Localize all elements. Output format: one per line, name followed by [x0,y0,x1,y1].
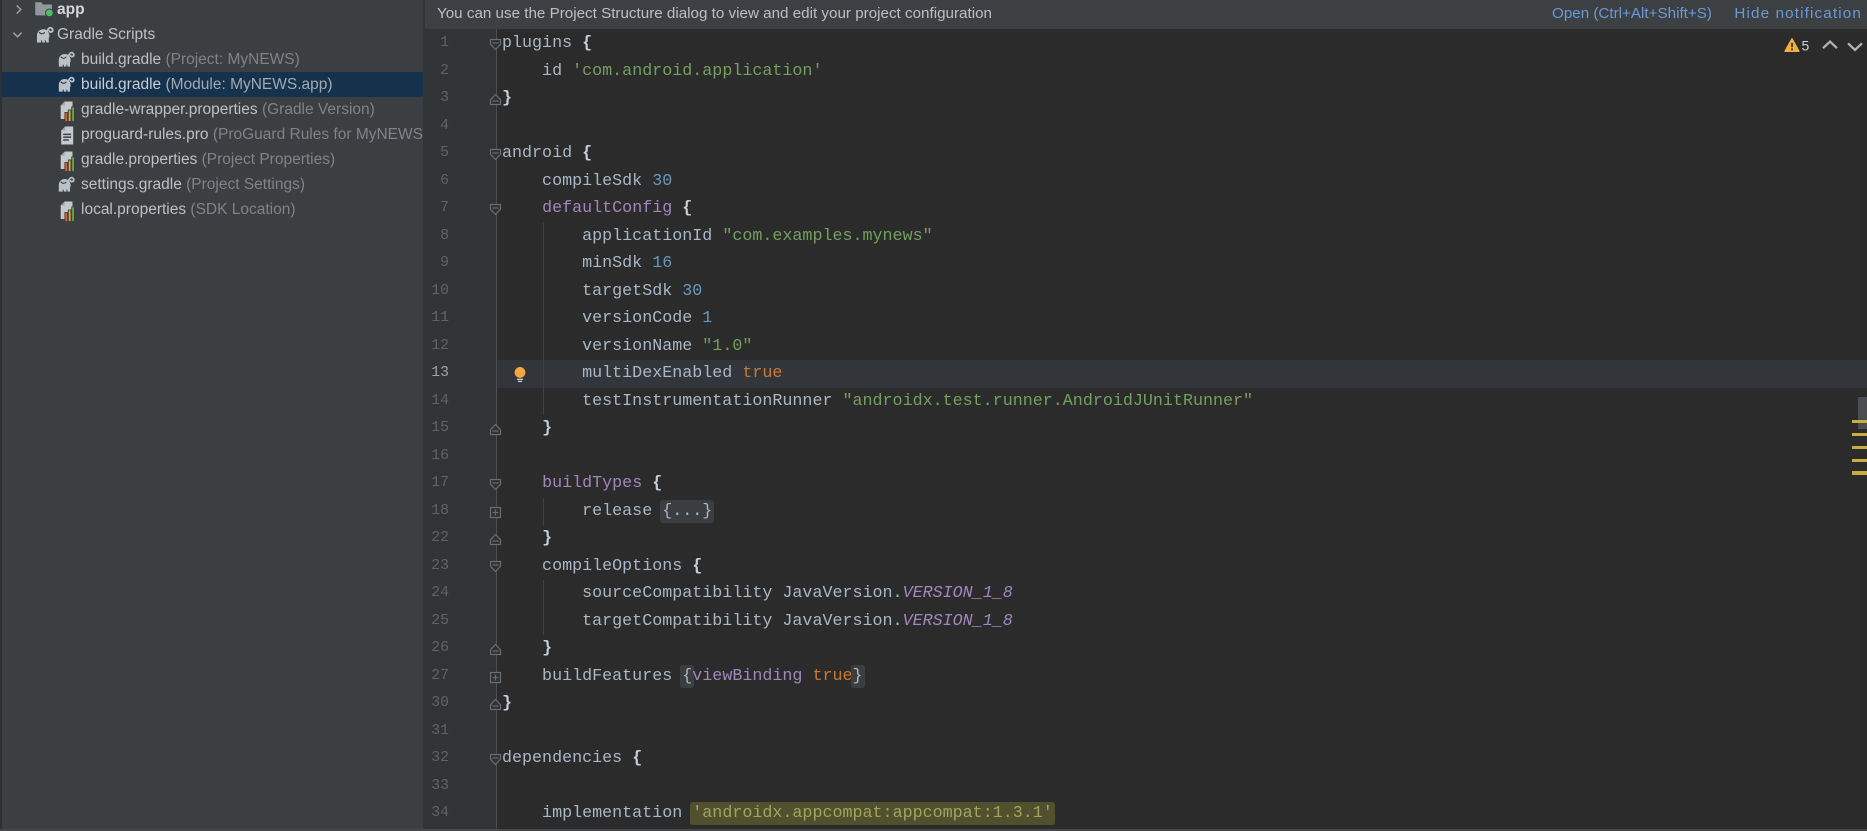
svg-text:5: 5 [1802,38,1810,54]
